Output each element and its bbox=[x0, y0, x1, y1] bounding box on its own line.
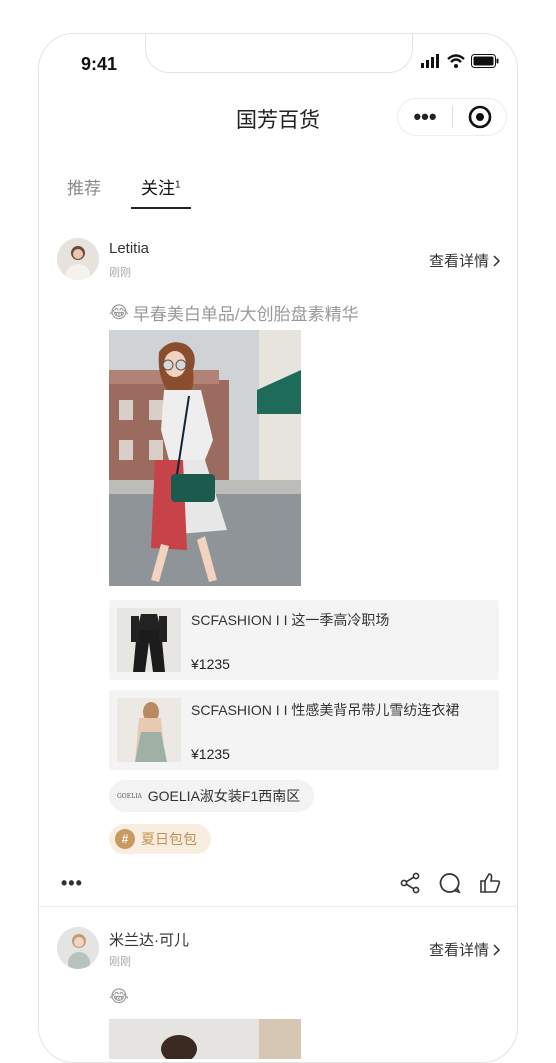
post-photo[interactable] bbox=[109, 1019, 301, 1059]
post-caption: 😂 早春美白单品/大创胎盘素精华 bbox=[109, 300, 359, 325]
view-detail-link[interactable]: 查看详情 bbox=[429, 939, 501, 960]
view-detail-label: 查看详情 bbox=[428, 253, 489, 270]
post-photo[interactable] bbox=[109, 330, 301, 586]
view-detail-link[interactable]: 查看详情 bbox=[429, 250, 501, 271]
status-time: 9:41 bbox=[81, 54, 118, 74]
battery-icon bbox=[471, 54, 499, 68]
post-time: 刚刚 bbox=[109, 267, 131, 279]
view-detail-label: 查看详情 bbox=[428, 942, 489, 959]
product-price: ¥1235 bbox=[191, 746, 230, 762]
shop-name: GOELIA淑女装F1西南区 bbox=[147, 788, 301, 804]
like-icon[interactable] bbox=[479, 872, 501, 894]
wifi-icon bbox=[447, 54, 465, 68]
post-actions: ••• bbox=[61, 872, 501, 894]
tab-label: 关注 bbox=[141, 179, 175, 198]
phone-frame: 9:41 国芳百货 ••• 推荐 关注1 Letitia 刚刚 查看详情 😂 早… bbox=[38, 33, 518, 1063]
tab-recommend[interactable]: 推荐 bbox=[67, 174, 101, 199]
product-name: SCFASHION I I 这一季高冷职场 bbox=[191, 612, 390, 628]
post-time: 刚刚 bbox=[109, 956, 131, 968]
username[interactable]: 米兰达·可儿 bbox=[109, 929, 189, 950]
action-icons bbox=[399, 872, 501, 894]
shop-tag[interactable]: GOELIA GOELIA淑女装F1西南区 bbox=[109, 780, 315, 812]
signal-icon bbox=[421, 54, 439, 68]
avatar[interactable] bbox=[57, 927, 99, 969]
shop-logo: GOELIA bbox=[117, 792, 142, 800]
comment-icon[interactable] bbox=[439, 872, 461, 894]
post-caption: 😂 bbox=[109, 987, 129, 1007]
product-thumbnail bbox=[117, 608, 181, 672]
target-icon bbox=[468, 105, 491, 129]
tab-following[interactable]: 关注1 bbox=[131, 174, 191, 209]
share-icon[interactable] bbox=[399, 872, 421, 894]
more-menu-button[interactable]: ••• bbox=[398, 106, 452, 128]
post-photo-image bbox=[109, 1019, 301, 1059]
product-card[interactable]: SCFASHION I I 性感美背吊带儿雪纺连衣裙 ¥1235 bbox=[109, 690, 499, 770]
product-price: ¥1235 bbox=[191, 656, 230, 672]
tab-label: 推荐 bbox=[67, 179, 101, 198]
notch bbox=[145, 34, 413, 73]
hashtag-icon: # bbox=[115, 829, 135, 849]
close-button[interactable] bbox=[453, 105, 506, 129]
chevron-right-icon bbox=[493, 943, 501, 956]
tab-badge: 1 bbox=[175, 179, 181, 191]
post-divider bbox=[39, 906, 517, 907]
avatar[interactable] bbox=[57, 238, 99, 280]
tab-active-indicator bbox=[131, 207, 191, 209]
product-card[interactable]: SCFASHION I I 这一季高冷职场 ¥1235 bbox=[109, 600, 499, 680]
caption-emoji: 😂 bbox=[109, 302, 129, 322]
avatar-image bbox=[57, 927, 99, 969]
product-thumbnail bbox=[117, 698, 181, 762]
status-icons bbox=[421, 54, 499, 68]
caption-text: 早春美白单品/大创胎盘素精华 bbox=[132, 305, 359, 324]
avatar-image bbox=[57, 238, 99, 280]
chevron-right-icon bbox=[493, 254, 501, 267]
username[interactable]: Letitia bbox=[109, 240, 149, 257]
post-photo-image bbox=[109, 330, 301, 586]
more-options-button[interactable]: ••• bbox=[61, 873, 83, 894]
caption-emoji: 😂 bbox=[109, 987, 129, 1006]
tab-bar: 推荐 关注1 bbox=[67, 174, 191, 209]
product-name: SCFASHION I I 性感美背吊带儿雪纺连衣裙 bbox=[191, 702, 460, 718]
topic-label: 夏日包包 bbox=[141, 831, 197, 847]
topic-tag[interactable]: # 夏日包包 bbox=[109, 824, 211, 854]
mini-program-capsule: ••• bbox=[397, 98, 507, 136]
